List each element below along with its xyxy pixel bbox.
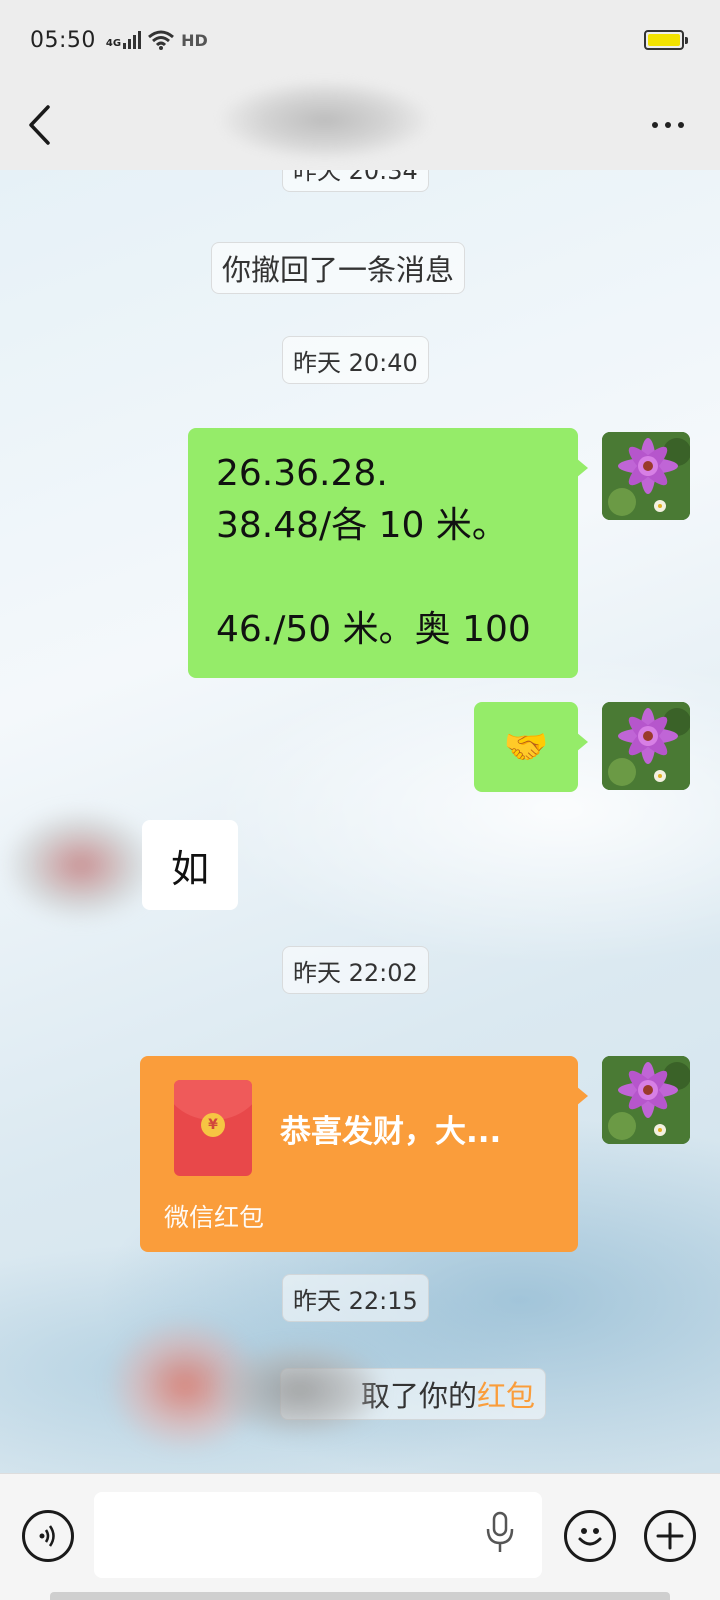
message-input[interactable] xyxy=(94,1492,542,1578)
more-options-button[interactable] xyxy=(642,112,694,138)
gesture-bar xyxy=(50,1592,670,1600)
flower-avatar-image xyxy=(602,702,690,790)
flower-avatar-image xyxy=(602,1056,690,1144)
input-bar xyxy=(0,1473,720,1600)
red-packet-link[interactable]: 红包 xyxy=(477,1373,535,1415)
status-icons: 4G HD xyxy=(106,29,208,51)
chat-header xyxy=(0,80,720,170)
microphone-icon xyxy=(486,1511,514,1552)
voice-toggle-button[interactable] xyxy=(22,1510,74,1562)
voice-toggle-icon xyxy=(39,1525,55,1547)
battery-icon xyxy=(644,30,688,50)
timestamp: 昨天 22:02 xyxy=(282,946,429,994)
status-time: 05:50 xyxy=(30,27,96,53)
status-bar: 05:50 4G HD xyxy=(0,0,720,80)
red-packet-card[interactable]: ¥ 恭喜发财，大... 微信红包 xyxy=(140,1056,588,1252)
emoji-button[interactable] xyxy=(564,1510,616,1562)
plus-button[interactable] xyxy=(644,1510,696,1562)
flower-avatar-image xyxy=(602,432,690,520)
emoji-smile-icon xyxy=(578,1528,602,1546)
back-button[interactable] xyxy=(26,95,76,155)
hd-indicator: HD xyxy=(181,30,208,50)
contact-name-blurred xyxy=(220,80,430,160)
signal-icon: 4G xyxy=(105,31,142,49)
microphone-button[interactable] xyxy=(484,1511,516,1559)
coin-icon: ¥ xyxy=(201,1113,225,1137)
timestamp: 昨天 20:40 xyxy=(282,336,429,384)
avatar[interactable] xyxy=(602,432,690,520)
red-packet-title: 恭喜发财，大... xyxy=(280,1114,502,1150)
avatar[interactable] xyxy=(602,1056,690,1144)
message-text: 26.36.28. 38.48/各 10 米。 46./50 米。奥 100 xyxy=(216,453,531,650)
red-packet-icon: ¥ xyxy=(174,1080,252,1176)
chevron-left-icon xyxy=(29,105,50,145)
handshake-emoji: 🤝 xyxy=(503,727,549,768)
message-text: 如 xyxy=(170,846,209,891)
network-type: 4G xyxy=(105,38,122,49)
sent-message-bubble[interactable]: 26.36.28. 38.48/各 10 米。 46./50 米。奥 100 xyxy=(188,428,588,678)
plus-icon xyxy=(656,1522,684,1550)
blurred-contact-name xyxy=(220,1345,380,1435)
timestamp: 昨天 20:34 xyxy=(282,170,429,192)
timestamp: 昨天 22:15 xyxy=(282,1274,429,1322)
recall-notice: 你撤回了一条消息 xyxy=(211,242,466,294)
more-dots-icon xyxy=(652,122,658,128)
avatar[interactable] xyxy=(602,702,690,790)
red-packet-label: 微信红包 xyxy=(164,1203,265,1232)
chat-message-list[interactable]: 昨天 20:34 你撤回了一条消息 昨天 20:40 26.36.28. 38.… xyxy=(0,170,720,1473)
sent-emoji-bubble[interactable]: 🤝 xyxy=(474,702,588,792)
blurred-contact-avatar[interactable] xyxy=(6,810,156,920)
wifi-icon xyxy=(148,30,175,50)
received-message-bubble[interactable]: 如 xyxy=(142,820,238,910)
